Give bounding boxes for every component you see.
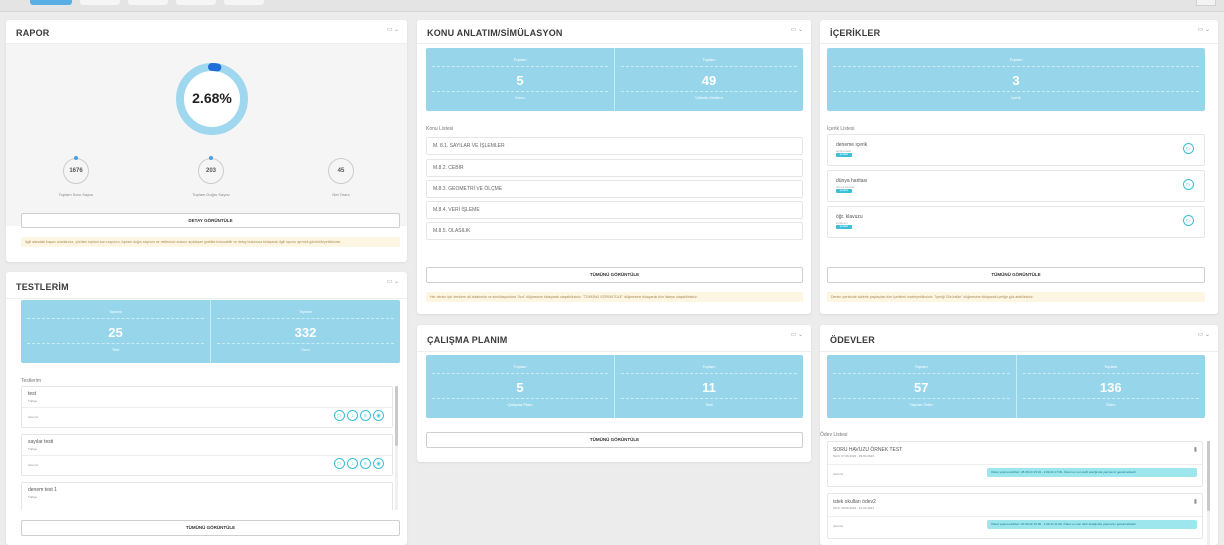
testlerim-panel: TESTLERİM ▭ ⌄ Toplam 25 Test Toplam 332 … (6, 272, 407, 545)
stat-done-homework: Toplam 57 Yapılan Ödev (827, 355, 1016, 418)
top-tab-bar (0, 0, 1224, 12)
stat-total-videos: Toplam 49 Videolu Anlatım (614, 48, 803, 111)
topic-item[interactable]: M. 8.1. SAYILAR VE İŞLEMLER (426, 137, 803, 155)
list-item[interactable]: sayılar testi Türkçe İşlemler ▷ ↓ ≡ ◉ (21, 434, 393, 476)
status-badge: Ödevi yapma tarihleri: 28.08.23 15:04 - … (987, 468, 1197, 477)
panel-controls-icon[interactable]: ▭ ⌄ (1198, 26, 1210, 33)
view-icon[interactable]: ◉ (373, 410, 384, 421)
homework-list[interactable]: SORU HAVUZU ÖRNEK TEST Tarih: 27.06.2023… (827, 441, 1211, 545)
odevler-panel: ÖDEVLER ▭ ⌄ Toplam 57 Yapılan Ödev Topla… (820, 325, 1218, 545)
trash-icon[interactable]: ▮ (1194, 446, 1197, 453)
calisma-panel: ÇALIŞMA PLANIM ▭ ⌄ Toplam 5 Çalışma Plan… (417, 325, 811, 462)
detail-button[interactable]: DETAY GÖRÜNTÜLE (21, 213, 400, 228)
content-item[interactable]: dünya haritası dünya haritası içerikler … (827, 170, 1205, 202)
list-item[interactable]: test Türkçe İşlemler ▷ ↓ ≡ ◉ (21, 386, 393, 428)
list-icon[interactable]: ≡ (360, 458, 371, 469)
rapor-panel: RAPOR ▭ ⌄ 2.68% 1676 Toplam Soru Sayısı … (6, 20, 407, 262)
odevler-stats: Toplam 57 Yapılan Ödev Toplam 136 Ödev (827, 355, 1205, 418)
icerikler-panel: İÇERİKLER ▭ ⌄ Toplam 3 İçerik İçerik Lis… (820, 20, 1218, 314)
topic-item[interactable]: M.8.3. GEOMETRİ VE ÖLÇME (426, 180, 803, 198)
stat-study-plans: Toplam 5 Çalışma Planı (426, 355, 614, 418)
view-all-button[interactable]: TÜMÜNÜ GÖRÜNTÜLE (21, 520, 400, 536)
tab[interactable] (80, 0, 120, 5)
play-icon[interactable]: ▷ (334, 458, 345, 469)
stat-total-contents: Toplam 3 İçerik (827, 48, 1205, 111)
action-icons: ▷ ↓ ≡ ◉ (334, 410, 384, 421)
stat-total-questions: Toplam 332 Soru (210, 300, 400, 363)
konu-panel: KONU ANLATIM/SİMÜLASYON ▭ ⌄ Toplam 5 Kon… (417, 20, 811, 314)
list-item[interactable]: SORU HAVUZU ÖRNEK TEST Tarih: 27.06.2023… (827, 441, 1203, 487)
tab[interactable] (176, 0, 216, 5)
view-all-button[interactable]: TÜMÜNÜ GÖRÜNTÜLE (426, 432, 803, 448)
action-icons: ▷ ↓ ≡ ◉ (334, 458, 384, 469)
progress-percent: 2.68% (192, 90, 232, 106)
view-all-button[interactable]: TÜMÜNÜ GÖRÜNTÜLE (827, 267, 1205, 283)
play-icon[interactable]: ▷ (1183, 215, 1194, 226)
stat-total-homework: Toplam 136 Ödev (1015, 355, 1206, 418)
panel-title: İÇERİKLER (830, 28, 881, 38)
stat-total-correct: 203 Toplam Doğru Sayısı (176, 156, 246, 197)
panel-controls-icon[interactable]: ▭ ⌄ (387, 26, 399, 33)
panel-title: KONU ANLATIM/SİMÜLASYON (427, 28, 563, 38)
stat-dot-icon (74, 156, 78, 160)
content-badge: içerikler (836, 153, 852, 157)
view-icon[interactable]: ◉ (373, 458, 384, 469)
content-badge: içerikler (836, 225, 852, 229)
panel-controls-icon[interactable]: ▭ ⌄ (791, 26, 803, 33)
konu-stats: Toplam 5 Konu Toplam 49 Videolu Anlatım (426, 48, 803, 111)
list-label: İçerik Listesi (827, 126, 855, 132)
stat-tests: Toplam 11 Test (614, 355, 803, 418)
top-right-button[interactable] (1196, 0, 1216, 6)
stat-dot-icon (209, 156, 213, 160)
konu-note: Her dersin için derslere ait anlatımlar … (426, 292, 803, 302)
panel-controls-icon[interactable]: ▭ ⌄ (791, 331, 803, 338)
topic-item[interactable]: M.8.4. VERİ İŞLEME (426, 201, 803, 219)
list-label: Konu Listesi (426, 126, 454, 132)
play-icon[interactable]: ▷ (334, 410, 345, 421)
play-icon[interactable]: ▷ (1183, 179, 1194, 190)
play-icon[interactable]: ▷ (1183, 143, 1194, 154)
calisma-stats: Toplam 5 Çalışma Planı Toplam 11 Test (426, 355, 803, 418)
panel-title: TESTLERİM (16, 282, 69, 292)
testlerim-stats: Toplam 25 Test Toplam 332 Soru (21, 300, 400, 363)
trash-icon[interactable]: ▮ (1194, 498, 1197, 505)
content-item[interactable]: öğr. klavuzu kullanımı içerikler ▷ (827, 206, 1205, 238)
panel-controls-icon[interactable]: ▭ ⌄ (387, 278, 399, 285)
content-badge: içerikler (836, 189, 852, 193)
panel-title: RAPOR (16, 28, 50, 38)
content-item[interactable]: deneme içerik açıklamalar içerikler ▷ (827, 134, 1205, 166)
panel-controls-icon[interactable]: ▭ ⌄ (1198, 331, 1210, 338)
stat-total-topics: Toplam 5 Konu (426, 48, 614, 111)
scrollbar[interactable] (1207, 441, 1210, 545)
scrollbar[interactable] (395, 386, 398, 510)
list-item[interactable]: denem test 1 Türkçe (21, 482, 393, 510)
view-all-button[interactable]: TÜMÜNÜ GÖRÜNTÜLE (426, 267, 803, 283)
panel-title: ÇALIŞMA PLANIM (427, 335, 508, 345)
tab[interactable] (128, 0, 168, 5)
tab[interactable] (224, 0, 264, 5)
panel-title: ÖDEVLER (830, 335, 875, 345)
list-label: Testlerim (21, 378, 42, 384)
stat-total-tests: Toplam 25 Test (21, 300, 210, 363)
topic-item[interactable]: M.8.5. OLASILIK (426, 222, 803, 240)
tab-active[interactable] (30, 0, 72, 5)
stat-total-questions: 1676 Toplam Soru Sayısı (41, 156, 111, 197)
stat-net-ratio: 45 Net Oranı (306, 158, 376, 197)
list-label: Ödev Listesi (820, 432, 848, 438)
icerikler-stats: Toplam 3 İçerik (827, 48, 1205, 111)
topic-item[interactable]: M.8.2. CEBİR (426, 159, 803, 177)
list-item[interactable]: istek okulları ödev2 Tarih: 20.06.2022 -… (827, 493, 1203, 539)
download-icon[interactable]: ↓ (347, 410, 358, 421)
download-icon[interactable]: ↓ (347, 458, 358, 469)
list-icon[interactable]: ≡ (360, 410, 371, 421)
status-badge: Ödevi yapma tarihleri: 20.06.22 16:00 - … (987, 520, 1197, 529)
icerikler-note: Dersin içerisinde sizlerle paylaşılan tü… (827, 292, 1205, 302)
rapor-note: İlgili alandaki başarı oranlarınız, çözü… (21, 237, 400, 247)
test-list[interactable]: test Türkçe İşlemler ▷ ↓ ≡ ◉ sayılar testi … (21, 386, 400, 510)
